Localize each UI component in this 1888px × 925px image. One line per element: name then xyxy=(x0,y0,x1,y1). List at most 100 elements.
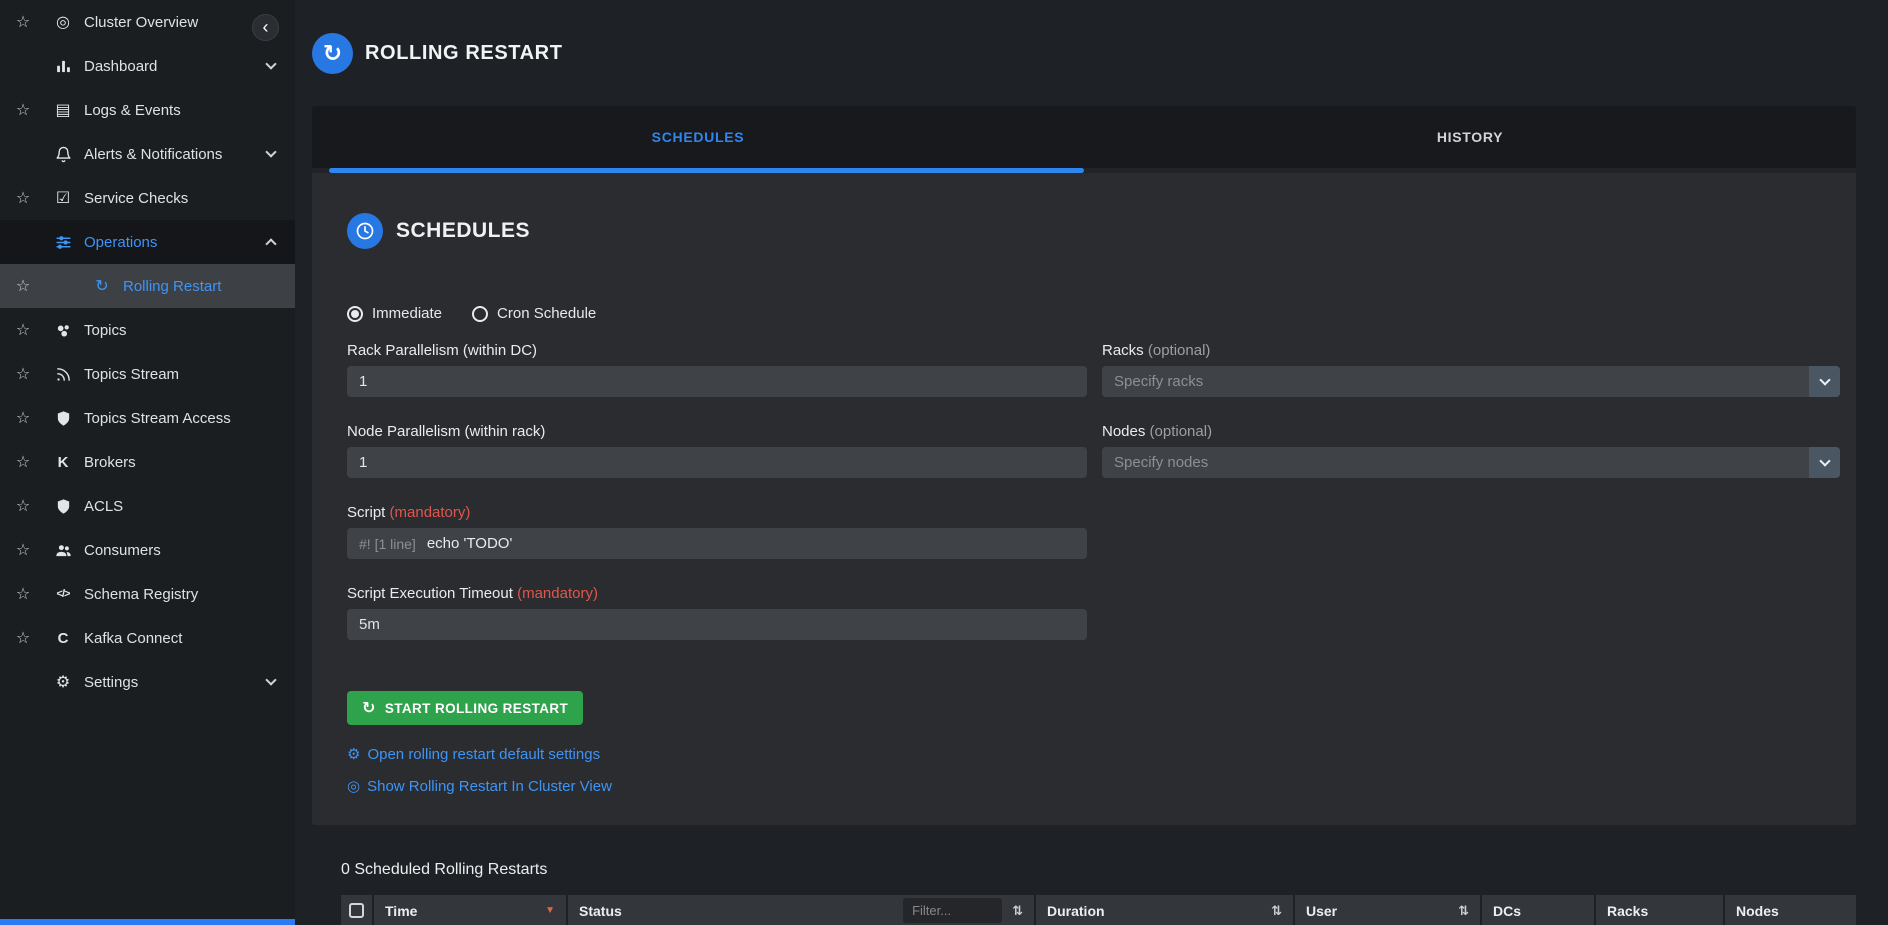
radio-cron-schedule[interactable]: Cron Schedule xyxy=(472,305,596,322)
page-title: ROLLING RESTART xyxy=(365,42,563,65)
dropdown-button[interactable] xyxy=(1809,366,1840,397)
cluster-overview-icon: ◎ xyxy=(50,12,76,32)
sidebar-item-label: Kafka Connect xyxy=(84,630,182,647)
script-input[interactable]: #! [1 line] echo 'TODO' xyxy=(347,528,1087,559)
star-icon[interactable]: ☆ xyxy=(10,188,36,208)
dashboard-icon xyxy=(50,58,76,75)
open-default-settings-link[interactable]: ⚙ Open rolling restart default settings xyxy=(347,745,600,763)
scheduled-restarts-summary: 0 Scheduled Rolling Restarts xyxy=(341,861,1856,879)
tab-schedules[interactable]: SCHEDULES xyxy=(312,106,1084,173)
field-label: Node Parallelism (within rack) xyxy=(347,423,1087,440)
rolling-restart-card: SCHEDULES HISTORY SCHEDULES xyxy=(312,106,1856,825)
nodes-select[interactable]: Specify nodes xyxy=(1102,447,1840,478)
field-label-text: Nodes xyxy=(1102,423,1145,440)
start-rolling-restart-button[interactable]: ↻ START ROLLING RESTART xyxy=(347,691,583,725)
script-line-count: #! [1 line] xyxy=(359,536,416,552)
sort-icon[interactable]: ⇅ xyxy=(1012,903,1023,919)
radio-selected-icon xyxy=(347,306,363,322)
star-icon[interactable]: ☆ xyxy=(10,452,36,472)
section-title: SCHEDULES xyxy=(396,219,530,243)
restart-glyph: ↻ xyxy=(323,40,342,67)
topics-icon xyxy=(50,322,76,339)
rack-parallelism-input[interactable] xyxy=(347,366,1087,397)
column-label: DCs xyxy=(1493,903,1521,919)
script-timeout-field: Script Execution Timeout (mandatory) xyxy=(347,585,1087,640)
shield-icon xyxy=(50,410,76,427)
check-square-icon: ☑ xyxy=(50,188,76,208)
column-header-status[interactable]: Status ⇅ xyxy=(568,895,1034,925)
sidebar-item-topics-stream-access[interactable]: ☆ Topics Stream Access xyxy=(0,396,295,440)
nodes-field: Nodes (optional) Specify nodes xyxy=(1102,423,1840,478)
sort-icon[interactable]: ⇅ xyxy=(1458,903,1469,919)
star-icon[interactable]: ☆ xyxy=(10,628,36,648)
column-header-user[interactable]: User ⇅ xyxy=(1295,895,1480,925)
sidebar-item-topics[interactable]: ☆ Topics xyxy=(0,308,295,352)
column-header-duration[interactable]: Duration ⇅ xyxy=(1036,895,1293,925)
select-placeholder: Specify nodes xyxy=(1102,447,1840,478)
tab-history[interactable]: HISTORY xyxy=(1084,106,1856,173)
star-icon[interactable]: ☆ xyxy=(10,276,36,296)
sidebar-item-label: Consumers xyxy=(84,542,161,559)
racks-field: Racks (optional) Specify racks xyxy=(1102,342,1840,397)
sidebar-item-consumers[interactable]: ☆ Consumers xyxy=(0,528,295,572)
column-header-time[interactable]: Time ▼ xyxy=(374,895,566,925)
content: SCHEDULES HISTORY SCHEDULES xyxy=(295,106,1888,925)
sidebar-collapse-button[interactable]: ‹ xyxy=(252,14,279,41)
table-header-row: Time ▼ Status ⇅ Duration ⇅ User ⇅ xyxy=(341,895,1856,925)
sidebar-item-rolling-restart[interactable]: ☆ ↻ Rolling Restart xyxy=(0,264,295,308)
field-label: Racks (optional) xyxy=(1102,342,1840,359)
schedule-clock-icon xyxy=(347,213,383,249)
schedule-type-radio-group: Immediate Cron Schedule xyxy=(347,305,1840,322)
star-icon[interactable]: ☆ xyxy=(10,320,36,340)
node-parallelism-input[interactable] xyxy=(347,447,1087,478)
start-button-label: START ROLLING RESTART xyxy=(385,701,568,716)
star-icon[interactable]: ☆ xyxy=(10,100,36,120)
sidebar-item-dashboard[interactable]: Dashboard xyxy=(0,44,295,88)
page-header: ↻ ROLLING RESTART xyxy=(295,0,1888,106)
sidebar-item-label: Dashboard xyxy=(84,58,157,75)
gear-icon: ⚙ xyxy=(347,745,360,763)
script-timeout-input[interactable] xyxy=(347,609,1087,640)
show-in-cluster-view-link[interactable]: ◎ Show Rolling Restart In Cluster View xyxy=(347,777,612,795)
select-all-checkbox[interactable] xyxy=(349,903,364,918)
sidebar-item-cluster-overview[interactable]: ☆ ◎ Cluster Overview xyxy=(0,0,295,44)
sidebar-item-acls[interactable]: ☆ ACLS xyxy=(0,484,295,528)
status-filter-input[interactable] xyxy=(903,898,1002,923)
radio-immediate[interactable]: Immediate xyxy=(347,305,442,322)
main-area: ↻ ROLLING RESTART SCHEDULES HISTORY SCH xyxy=(295,0,1888,925)
sidebar-item-logs-events[interactable]: ☆ ▤ Logs & Events xyxy=(0,88,295,132)
sidebar-item-brokers[interactable]: ☆ K Brokers xyxy=(0,440,295,484)
sidebar-item-kafka-connect[interactable]: ☆ C Kafka Connect xyxy=(0,616,295,660)
star-icon[interactable]: ☆ xyxy=(10,496,36,516)
sidebar-item-schema-registry[interactable]: ☆ </> Schema Registry xyxy=(0,572,295,616)
racks-select[interactable]: Specify racks xyxy=(1102,366,1840,397)
sidebar-item-label: Settings xyxy=(84,674,138,691)
sidebar-item-service-checks[interactable]: ☆ ☑ Service Checks xyxy=(0,176,295,220)
people-icon xyxy=(50,542,76,559)
star-icon[interactable]: ☆ xyxy=(10,364,36,384)
sidebar-item-label: ACLS xyxy=(84,498,123,515)
sidebar-item-label: Logs & Events xyxy=(84,102,181,119)
sidebar-item-operations[interactable]: Operations xyxy=(0,220,295,264)
star-icon[interactable]: ☆ xyxy=(10,584,36,604)
optional-flag: (optional) xyxy=(1150,423,1213,440)
chevron-down-icon xyxy=(1819,455,1830,466)
kafka-connect-icon: C xyxy=(50,630,76,647)
star-icon[interactable]: ☆ xyxy=(10,408,36,428)
field-label: Script Execution Timeout (mandatory) xyxy=(347,585,1087,602)
star-icon[interactable]: ☆ xyxy=(10,540,36,560)
dropdown-button[interactable] xyxy=(1809,447,1840,478)
schedules-panel: SCHEDULES Immediate Cron Schedule xyxy=(312,173,1856,825)
sidebar-item-alerts-notifications[interactable]: Alerts & Notifications xyxy=(0,132,295,176)
code-icon: </> xyxy=(50,588,76,600)
sort-desc-icon[interactable]: ▼ xyxy=(545,905,555,916)
sort-icon[interactable]: ⇅ xyxy=(1271,903,1282,919)
column-label: Time xyxy=(385,903,417,919)
sidebar-item-settings[interactable]: ⚙ Settings xyxy=(0,660,295,704)
star-icon[interactable]: ☆ xyxy=(10,12,36,32)
sidebar-item-topics-stream[interactable]: ☆ Topics Stream xyxy=(0,352,295,396)
column-label: Nodes xyxy=(1736,903,1779,919)
field-label: Nodes (optional) xyxy=(1102,423,1840,440)
shield-icon xyxy=(50,498,76,515)
sidebar-item-label: Cluster Overview xyxy=(84,14,198,31)
